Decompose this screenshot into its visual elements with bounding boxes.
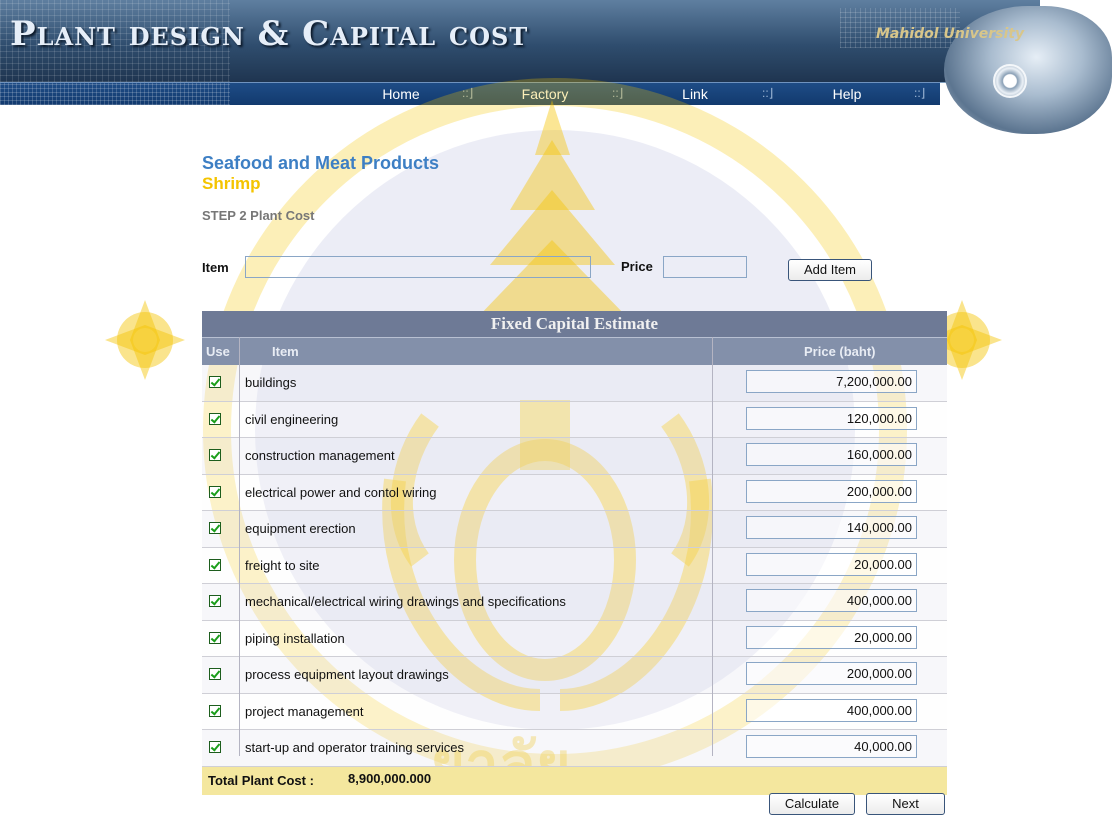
table-row: freight to site xyxy=(202,547,947,584)
item-name: buildings xyxy=(245,375,297,390)
item-name: piping installation xyxy=(245,630,345,646)
cd-disc-center xyxy=(993,64,1027,98)
category-title: Seafood and Meat Products xyxy=(202,153,440,173)
item-name: start-up and operator training services xyxy=(245,740,464,755)
use-checkbox[interactable] xyxy=(209,631,221,644)
item-price-input[interactable] xyxy=(746,735,917,758)
table-row: construction management xyxy=(202,438,947,475)
item-name: project management xyxy=(245,703,364,719)
site-title: Plant design & Capital cost xyxy=(10,14,529,54)
table-row: start-up and operator training services xyxy=(202,730,947,767)
use-checkbox[interactable] xyxy=(209,558,221,571)
item-price-input[interactable] xyxy=(746,516,917,539)
nav-help[interactable]: Help xyxy=(772,83,922,105)
item-name: process equipment layout drawings xyxy=(245,667,449,682)
item-name: construction management xyxy=(245,448,395,463)
item-name: freight to site xyxy=(245,557,320,573)
use-checkbox[interactable] xyxy=(209,595,221,607)
table-row: piping installation xyxy=(202,620,947,657)
item-price-input[interactable] xyxy=(746,370,917,393)
column-header-item: Item xyxy=(272,344,299,359)
nav-grid-decoration xyxy=(0,83,230,105)
table-row: mechanical/electrical wiring drawings an… xyxy=(202,584,947,621)
table-row: equipment erection xyxy=(202,511,947,548)
table-header: Use Item Price (baht) xyxy=(202,337,947,365)
use-checkbox[interactable] xyxy=(209,485,221,498)
item-input[interactable] xyxy=(245,256,591,278)
column-divider xyxy=(239,337,240,756)
nav-home[interactable]: Home xyxy=(326,83,476,105)
total-value: 8,900,000.000 xyxy=(348,770,432,786)
use-checkbox[interactable] xyxy=(209,668,221,680)
table-body: buildings civil engineering construction m… xyxy=(202,365,947,767)
use-checkbox[interactable] xyxy=(209,449,221,461)
item-label: Item xyxy=(202,260,229,275)
calculate-button[interactable]: Calculate xyxy=(769,793,855,815)
use-checkbox[interactable] xyxy=(209,741,221,753)
price-input[interactable] xyxy=(663,256,747,278)
item-price-input[interactable] xyxy=(746,406,917,430)
table-row: process equipment layout drawings xyxy=(202,657,947,694)
total-label: Total Plant Cost : xyxy=(208,772,314,788)
item-price-input[interactable] xyxy=(746,589,917,612)
use-checkbox[interactable] xyxy=(209,376,221,388)
product-title: Shrimp xyxy=(202,174,261,193)
total-row: Total Plant Cost : 8,900,000.000 xyxy=(202,766,947,795)
add-item-button[interactable]: Add Item xyxy=(788,259,872,281)
item-price-input[interactable] xyxy=(746,552,917,576)
table-title: Fixed Capital Estimate xyxy=(202,311,947,337)
item-price-input[interactable] xyxy=(746,479,917,503)
nav-factory[interactable]: Factory xyxy=(470,83,620,105)
university-name: Mahidol University xyxy=(876,26,1025,42)
column-header-use: Use xyxy=(206,344,230,359)
table-row: civil engineering xyxy=(202,401,947,438)
column-header-price: Price (baht) xyxy=(804,344,876,359)
item-price-input[interactable] xyxy=(746,662,917,685)
table-row: buildings xyxy=(202,365,947,402)
nav-separator: ::⌋ xyxy=(914,86,926,100)
step-title: STEP 2 Plant Cost xyxy=(202,208,315,223)
use-checkbox[interactable] xyxy=(209,704,221,717)
use-checkbox[interactable] xyxy=(209,412,221,425)
fixed-capital-table: Fixed Capital Estimate Use Item Price (b… xyxy=(202,311,947,795)
item-price-input[interactable] xyxy=(746,698,917,722)
next-button[interactable]: Next xyxy=(866,793,945,815)
item-name: electrical power and contol wiring xyxy=(245,484,437,500)
use-checkbox[interactable] xyxy=(209,522,221,534)
price-label: Price xyxy=(621,259,653,274)
item-price-input[interactable] xyxy=(746,443,917,466)
item-name: mechanical/electrical wiring drawings an… xyxy=(245,594,566,609)
top-nav: Home ::⌋ Factory ::⌋ Link ::⌋ Help ::⌋ xyxy=(0,82,940,105)
nav-link[interactable]: Link xyxy=(620,83,770,105)
table-row: electrical power and contol wiring xyxy=(202,474,947,511)
column-divider xyxy=(712,337,713,756)
table-row: project management xyxy=(202,693,947,730)
item-name: civil engineering xyxy=(245,411,339,427)
item-name: equipment erection xyxy=(245,521,356,536)
item-price-input[interactable] xyxy=(746,625,917,649)
